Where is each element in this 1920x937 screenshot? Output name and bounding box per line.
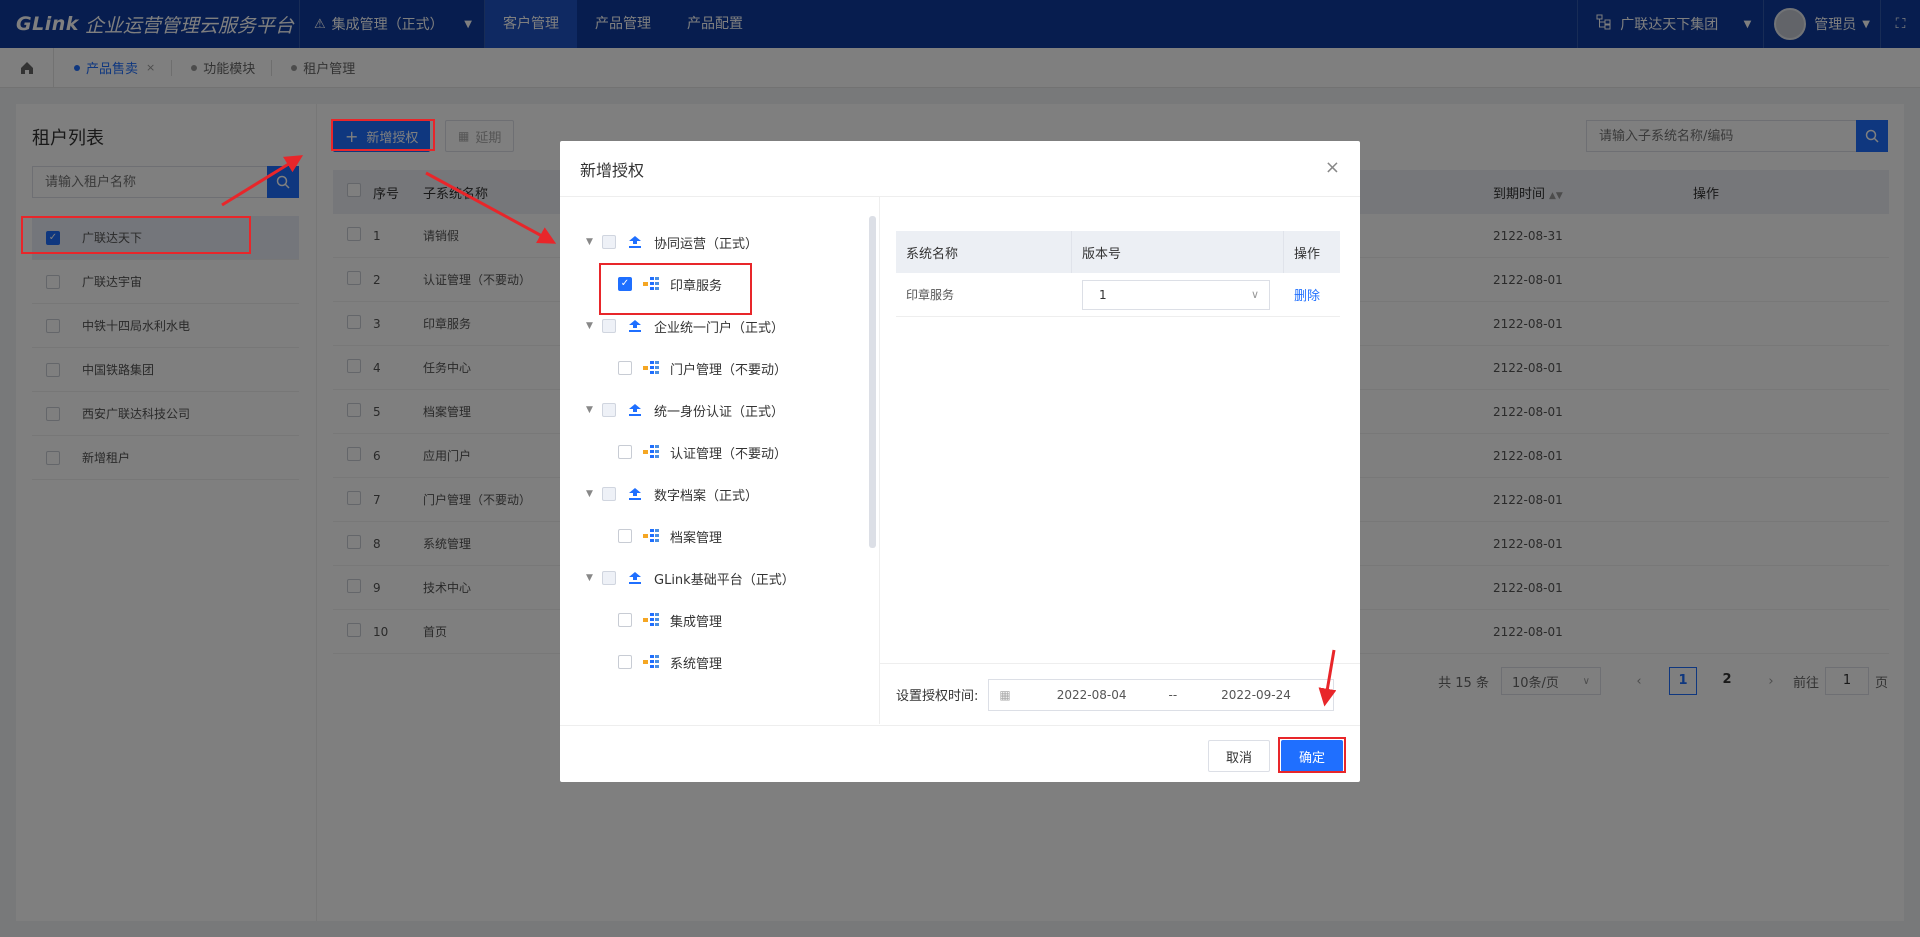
date-separator: -- xyxy=(1168,687,1178,702)
tree-leaf-node[interactable]: 门户管理（不要动） xyxy=(602,356,787,380)
tree-group-node[interactable]: ▼ GLink基础平台（正式） xyxy=(586,566,795,590)
tree-node-label: 企业统一门户（正式） xyxy=(654,320,785,336)
tree-node-label: 印章服务 xyxy=(670,278,723,294)
tree-leaf-node[interactable]: 集成管理 xyxy=(602,608,722,632)
tree-leaf-node[interactable]: 认证管理（不要动） xyxy=(602,440,787,464)
table-header: 系统名称 版本号 操作 xyxy=(896,231,1340,273)
op-cell: 删除 xyxy=(1284,273,1340,316)
caret-down-icon[interactable]: ▼ xyxy=(586,573,602,583)
chevron-down-icon: ∨ xyxy=(1250,288,1259,301)
tree-node-label: 协同运营（正式） xyxy=(654,236,759,252)
module-icon xyxy=(642,696,660,697)
module-icon xyxy=(642,654,660,670)
system-group-icon xyxy=(626,570,644,586)
system-tree: ▼ 协同运营（正式） ✓ 印章服务 ▼ 企业统一门户（正式） 门户管理（不要动） ▼ 统一身份认… xyxy=(560,197,878,697)
close-icon[interactable]: × xyxy=(1325,157,1340,178)
version-value: 1 xyxy=(1099,287,1107,302)
tree-node-label: 门户管理（不要动） xyxy=(670,362,788,378)
checkbox[interactable] xyxy=(618,613,632,627)
module-icon xyxy=(642,360,660,376)
date-end[interactable]: 2022-09-24 xyxy=(1221,688,1291,702)
selected-system-table: 系统名称 版本号 操作 印章服务 1 ∨ 删除 xyxy=(896,231,1340,317)
system-name-cell: 印章服务 xyxy=(906,288,955,302)
tree-group-node[interactable]: ▼ 统一身份认证（正式） xyxy=(586,398,784,422)
cancel-button[interactable]: 取消 xyxy=(1208,740,1270,772)
caret-down-icon[interactable]: ▼ xyxy=(586,489,602,499)
module-icon xyxy=(642,528,660,544)
auth-time-row: 设置授权时间: ▦ 2022-08-04 -- 2022-09-24 xyxy=(880,663,1360,725)
tree-leaf-node[interactable]: ✓ 印章服务 xyxy=(602,272,722,296)
caret-down-icon[interactable]: ▼ xyxy=(586,405,602,415)
caret-down-icon[interactable]: ▼ xyxy=(586,237,602,247)
checkbox[interactable] xyxy=(618,361,632,375)
tree-node-label: 数字档案（正式） xyxy=(654,488,759,504)
tree-group-node[interactable]: ▼ 数字档案（正式） xyxy=(586,482,758,506)
checkbox[interactable] xyxy=(618,529,632,543)
header-version: 版本号 xyxy=(1072,231,1284,273)
module-icon xyxy=(642,276,660,292)
tree-leaf-node[interactable]: 系统管理 xyxy=(602,650,722,674)
tree-scrollbar[interactable] xyxy=(869,216,876,548)
tree-node-label: 档案管理 xyxy=(670,530,723,546)
date-start[interactable]: 2022-08-04 xyxy=(1057,688,1127,702)
delete-link[interactable]: 删除 xyxy=(1294,285,1320,304)
dialog-header: 新增授权 xyxy=(560,141,1360,197)
caret-down-icon[interactable]: ▼ xyxy=(586,321,602,331)
checkbox[interactable] xyxy=(602,571,616,585)
tree-group-node[interactable]: ▼ 协同运营（正式） xyxy=(586,230,758,254)
checkbox[interactable]: ✓ xyxy=(618,277,632,291)
dialog-title: 新增授权 xyxy=(580,160,645,180)
tree-group-node[interactable]: ▼ 企业统一门户（正式） xyxy=(586,314,784,338)
tree-leaf-node[interactable]: 档案管理 xyxy=(602,524,722,548)
checkbox[interactable] xyxy=(618,445,632,459)
table-row: 印章服务 1 ∨ 删除 xyxy=(896,273,1340,317)
module-icon xyxy=(642,444,660,460)
auth-time-label: 设置授权时间: xyxy=(896,689,979,704)
system-group-icon xyxy=(626,486,644,502)
tree-node-label: 认证管理（不要动） xyxy=(670,446,788,462)
checkbox[interactable] xyxy=(618,655,632,669)
checkbox[interactable] xyxy=(602,235,616,249)
header-op: 操作 xyxy=(1294,246,1321,262)
version-cell: 1 ∨ xyxy=(1072,273,1284,316)
system-group-icon xyxy=(626,234,644,250)
system-group-icon xyxy=(626,318,644,334)
tree-node-label: 系统管理 xyxy=(670,656,723,672)
tree-node-label: GLink基础平台（正式） xyxy=(654,572,795,588)
checkbox[interactable] xyxy=(602,319,616,333)
date-range-picker[interactable]: ▦ 2022-08-04 -- 2022-09-24 xyxy=(988,678,1335,711)
header-system-name: 系统名称 xyxy=(896,231,1072,273)
tree-node-label: 统一身份认证（正式） xyxy=(654,404,785,420)
dialog-footer: 取消 确定 xyxy=(560,725,1360,782)
version-select[interactable]: 1 ∨ xyxy=(1082,279,1270,310)
confirm-button[interactable]: 确定 xyxy=(1281,740,1343,772)
divider xyxy=(879,197,880,724)
system-group-icon xyxy=(626,402,644,418)
checkbox[interactable] xyxy=(602,487,616,501)
add-authorization-dialog: 新增授权 × ▼ 协同运营（正式） ✓ 印章服务 ▼ 企业统一门户（正式） 门户管理（不要动… xyxy=(560,141,1360,782)
calendar-icon: ▦ xyxy=(999,687,1011,702)
module-icon xyxy=(642,612,660,628)
tree-leaf-node[interactable]: 流程中心 xyxy=(602,692,722,697)
tree-node-label: 流程中心 xyxy=(670,695,722,698)
checkbox[interactable] xyxy=(602,403,616,417)
tree-node-label: 集成管理 xyxy=(670,614,723,630)
